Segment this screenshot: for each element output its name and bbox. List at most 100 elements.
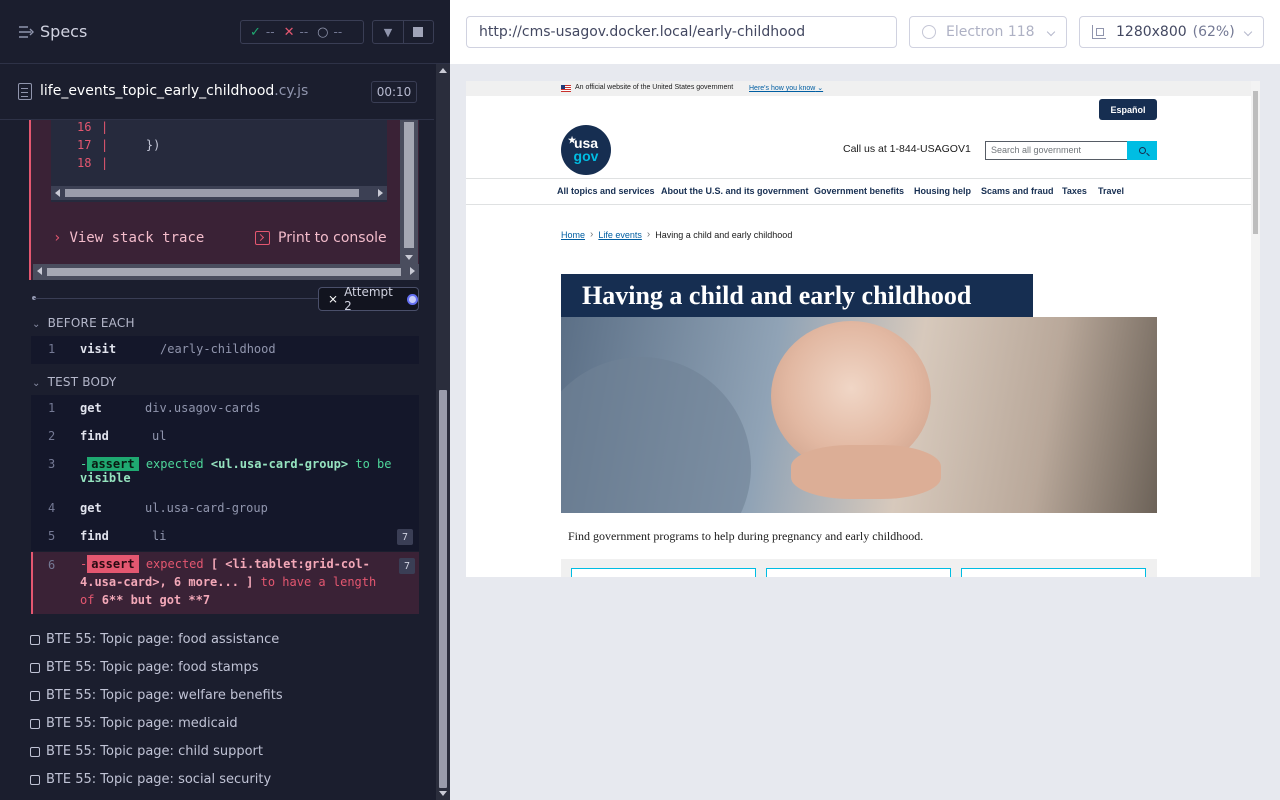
scroll-down-icon[interactable]: [439, 791, 447, 796]
scroll-down-icon[interactable]: [405, 255, 413, 260]
assert-prefix: -: [80, 457, 88, 471]
command-number: 5: [48, 529, 56, 543]
stop-button[interactable]: [402, 21, 433, 43]
scrollbar-thumb[interactable]: [404, 122, 414, 248]
hero-baby-image: [561, 317, 1157, 513]
command-row[interactable]: 1 get div.usagov-cards: [31, 395, 419, 423]
command-row[interactable]: 4 get ul.usa-card-group: [31, 495, 419, 523]
nav-government-benefits[interactable]: Government benefits: [814, 186, 904, 196]
test-status-icon: [30, 634, 40, 645]
specs-title[interactable]: Specs: [40, 22, 87, 41]
test-status-icon: [30, 774, 40, 785]
test-item[interactable]: BTE 55: Topic page: child support: [30, 744, 263, 759]
scroll-right-icon[interactable]: [378, 189, 383, 197]
expand-collapse-button[interactable]: ▼: [373, 21, 403, 43]
gov-banner-link[interactable]: Here's how you know ⌄: [749, 84, 823, 92]
line-separator: |: [101, 120, 109, 134]
test-title: BTE 55: Topic page: social security: [46, 772, 272, 787]
test-body-title: TEST BODY: [47, 375, 117, 389]
before-each-title: BEFORE EACH: [47, 316, 135, 330]
error-vertical-scrollbar[interactable]: [400, 120, 418, 264]
test-item[interactable]: BTE 55: Topic page: food stamps: [30, 660, 258, 675]
reporter-vertical-scrollbar[interactable]: [436, 64, 450, 800]
nav-about-government[interactable]: About the U.S. and its government: [661, 186, 809, 196]
scrollbar-thumb[interactable]: [1253, 91, 1258, 234]
command-row[interactable]: 2 find ul: [31, 423, 419, 451]
nav-taxes[interactable]: Taxes: [1062, 186, 1087, 196]
test-title: BTE 55: Topic page: child support: [46, 744, 263, 759]
error-horizontal-scrollbar[interactable]: [33, 264, 419, 280]
test-status-icon: [30, 746, 40, 757]
assert-value: visible: [80, 471, 131, 485]
terminal-icon: [255, 231, 270, 245]
test-title: BTE 55: Topic page: food assistance: [46, 632, 280, 647]
assert-message: - assert expected <ul.usa-card-group> to …: [80, 457, 392, 485]
scroll-left-icon[interactable]: [55, 189, 60, 197]
scroll-right-icon[interactable]: [410, 267, 415, 275]
search-button[interactable]: [1127, 141, 1157, 160]
test-item[interactable]: BTE 55: Topic page: welfare benefits: [30, 688, 283, 703]
command-arg: ul.usa-card-group: [145, 501, 268, 515]
before-each-header[interactable]: ⌄ BEFORE EACH: [32, 316, 135, 330]
code-line: 16 |: [51, 120, 387, 138]
command-row[interactable]: 5 find li 7: [31, 523, 419, 551]
assert-command-row[interactable]: 3 - assert expected <ul.usa-card-group> t…: [31, 451, 419, 495]
spec-file-name[interactable]: life_events_topic_early_childhood.cy.js: [40, 83, 308, 99]
browser-icon: [922, 25, 936, 39]
nav-scams-fraud[interactable]: Scams and fraud: [981, 186, 1054, 196]
failed-assert-command-row[interactable]: 6 - assert expected [ <li.tablet:grid-col…: [31, 552, 419, 614]
assert-word: to be: [355, 457, 392, 471]
assert-word: expected: [145, 557, 204, 571]
topic-card[interactable]: [961, 568, 1146, 577]
viewport-selector[interactable]: 1280x800 (62%): [1079, 16, 1264, 48]
breadcrumb-life-events[interactable]: Life events: [598, 230, 642, 240]
test-title: BTE 55: Topic page: medicaid: [46, 716, 238, 731]
assert-prefix: -: [80, 557, 88, 571]
topic-card[interactable]: [571, 568, 756, 577]
view-stack-trace-button[interactable]: › View stack trace: [53, 230, 204, 246]
usagov-logo[interactable]: ★ usa gov: [561, 125, 611, 175]
code-horizontal-scrollbar[interactable]: [51, 186, 387, 200]
test-item[interactable]: BTE 55: Topic page: medicaid: [30, 716, 238, 731]
running-spinner-icon: [407, 293, 418, 305]
nav-housing-help[interactable]: Housing help: [914, 186, 971, 196]
url-bar[interactable]: http://cms-usagov.docker.local/early-chi…: [466, 16, 897, 48]
breadcrumb: Home › Life events › Having a child and …: [561, 229, 792, 240]
nav-all-topics[interactable]: All topics and services: [557, 186, 655, 196]
topic-card[interactable]: [766, 568, 951, 577]
passed-count: --: [265, 25, 275, 39]
scrollbar-thumb[interactable]: [65, 189, 359, 197]
espanol-button[interactable]: Español: [1099, 99, 1157, 120]
browser-selector[interactable]: Electron 118: [909, 16, 1067, 48]
scroll-left-icon[interactable]: [37, 267, 42, 275]
command-number: 3: [48, 457, 56, 471]
breadcrumb-current: Having a child and early childhood: [655, 229, 793, 240]
pending-count: --: [333, 25, 343, 39]
test-item[interactable]: BTE 55: Topic page: food assistance: [30, 632, 279, 647]
test-item[interactable]: BTE 55: Topic page: social security: [30, 772, 271, 787]
command-name: find: [80, 529, 109, 543]
test-body-header[interactable]: ⌄ TEST BODY: [32, 375, 116, 389]
command-number: 6: [48, 558, 56, 572]
passed-stat: ✓ --: [250, 25, 275, 40]
attempt-badge[interactable]: ⨯ Attempt 2: [318, 285, 419, 313]
specs-menu-icon[interactable]: [18, 24, 34, 40]
image-shape: [561, 357, 751, 513]
print-to-console-button[interactable]: Print to console: [255, 230, 387, 246]
search-input[interactable]: Search all government: [985, 141, 1128, 160]
element-count-badge: 7: [399, 558, 415, 574]
view-stack-trace-label: View stack trace: [69, 230, 205, 246]
reporter-header: Specs ✓ -- ✕ -- ○ -- ▼: [0, 0, 450, 64]
element-count-badge: 7: [397, 529, 413, 545]
chevron-right-icon: ›: [646, 229, 651, 240]
test-title: BTE 55: Topic page: welfare benefits: [46, 688, 283, 703]
command-row[interactable]: 1 visit /early-childhood: [31, 336, 419, 364]
nav-travel[interactable]: Travel: [1098, 186, 1124, 196]
scrollbar-thumb[interactable]: [439, 390, 447, 788]
aut-vertical-scrollbar[interactable]: [1251, 81, 1260, 577]
scrollbar-thumb[interactable]: [47, 268, 401, 276]
assert-subject: <ul.usa-card-group>: [210, 457, 349, 471]
command-name: visit: [80, 342, 117, 356]
breadcrumb-home[interactable]: Home: [561, 230, 585, 240]
scroll-up-icon[interactable]: [439, 68, 447, 73]
